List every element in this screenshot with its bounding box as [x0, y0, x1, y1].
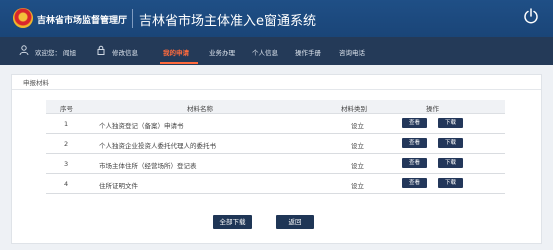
panel-divider: [12, 89, 541, 90]
download-button[interactable]: 下载: [438, 118, 463, 128]
row-no: 2: [64, 140, 69, 148]
table-row: 3 市场主体住所（经营场所）登记表 设立 查看 下载: [46, 154, 505, 174]
org-name: 吉林省市场监督管理厅: [37, 16, 128, 26]
welcome-label: 欢迎您：: [35, 49, 61, 57]
nav-active-indicator: [160, 62, 198, 64]
top-header: 吉林省市场监督管理厅 吉林省市场主体准入e窗通系统: [0, 0, 553, 37]
header-ops: 操作: [426, 105, 439, 113]
table-header: 序号 材料名称 材料类别 操作: [46, 100, 505, 114]
row-name: 个人独资登记（备案）申请书: [99, 122, 184, 130]
emblem-icon: [13, 8, 33, 28]
row-no: 4: [64, 180, 69, 188]
row-type: 设立: [351, 162, 364, 170]
lock-icon: [97, 45, 105, 55]
row-name: 住所证明文件: [99, 182, 138, 190]
row-type: 设立: [351, 122, 364, 130]
row-type: 设立: [351, 142, 364, 150]
nav-hotline[interactable]: 咨询电话: [339, 47, 365, 57]
power-icon[interactable]: [523, 8, 539, 24]
materials-panel: 申报材料 序号 材料名称 材料类别 操作 1 个人独资登记（备案）申请书 设立 …: [11, 74, 542, 244]
row-no: 1: [64, 120, 69, 128]
nav-manual[interactable]: 操作手册: [295, 47, 321, 57]
header-type: 材料类别: [341, 105, 367, 113]
nav-personal-info[interactable]: 个人信息: [252, 47, 278, 57]
view-button[interactable]: 查看: [402, 178, 427, 188]
download-button[interactable]: 下载: [438, 178, 463, 188]
row-name: 市场主体住所（经营场所）登记表: [99, 162, 197, 170]
header-divider: [132, 9, 133, 28]
nav-business[interactable]: 业务办理: [209, 47, 235, 57]
username: 阎旭: [63, 49, 76, 57]
table-row: 1 个人独资登记（备案）申请书 设立 查看 下载: [46, 114, 505, 134]
header-name: 材料名称: [187, 105, 213, 113]
main-nav: 欢迎您： 阎旭 修改信息 我的申请 业务办理 个人信息 操作手册 咨询电话: [0, 37, 553, 65]
download-button[interactable]: 下载: [438, 158, 463, 168]
nav-my-applications[interactable]: 我的申请: [163, 47, 189, 57]
table-row: 2 个人独资企业投资人委托代理人的委托书 设立 查看 下载: [46, 134, 505, 154]
download-all-button[interactable]: 全部下载: [213, 215, 252, 229]
view-button[interactable]: 查看: [402, 138, 427, 148]
table-row: 4 住所证明文件 设立 查看 下载: [46, 174, 505, 194]
user-icon: [19, 45, 29, 55]
download-button[interactable]: 下载: [438, 138, 463, 148]
row-type: 设立: [351, 182, 364, 190]
header-no: 序号: [60, 105, 73, 113]
view-button[interactable]: 查看: [402, 118, 427, 128]
app-title: 吉林省市场主体准入e窗通系统: [139, 14, 316, 29]
row-name: 个人独资企业投资人委托代理人的委托书: [99, 142, 216, 150]
row-no: 3: [64, 160, 69, 168]
back-button[interactable]: 返回: [276, 215, 314, 229]
panel-title: 申报材料: [23, 79, 49, 87]
view-button[interactable]: 查看: [402, 158, 427, 168]
nav-edit-info[interactable]: 修改信息: [112, 47, 138, 57]
